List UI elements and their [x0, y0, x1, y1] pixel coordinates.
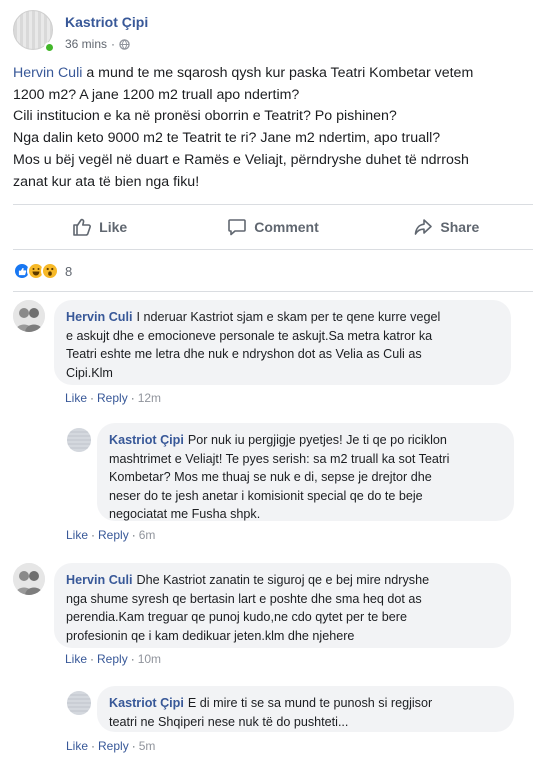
- post-mention-link[interactable]: Hervin Culi: [13, 65, 82, 81]
- post-text: Hervin Culi a mund te me sqarosh qysh ku…: [13, 63, 533, 193]
- post-action-bar: Like Comment Share: [13, 204, 533, 250]
- post-meta: 36 mins ·: [65, 37, 130, 51]
- comments-divider: [13, 291, 533, 292]
- post-line: zanat kur ata të bien nga fiku!: [13, 173, 200, 190]
- post-line: 1200 m2? A jane 1200 m2 truall apo ndert…: [13, 86, 300, 103]
- like-button[interactable]: Like: [13, 205, 186, 249]
- commenter-avatar[interactable]: [13, 300, 45, 332]
- commenter-avatar[interactable]: [13, 563, 45, 595]
- reply-like-link[interactable]: Like: [66, 739, 88, 753]
- comment-button[interactable]: Comment: [186, 205, 359, 249]
- comment-actions: Like · Reply · 10m: [65, 652, 162, 666]
- reply-reply-link[interactable]: Reply: [98, 528, 129, 542]
- comment-reply-link[interactable]: Reply: [97, 391, 128, 405]
- share-button-label: Share: [440, 219, 480, 235]
- comment: Hervin Culi I nderuar Kastriot sjam e ska…: [13, 300, 533, 410]
- comment-bubble: Hervin Culi I nderuar Kastriot sjam e ska…: [54, 300, 511, 385]
- thumbs-up-icon: [73, 218, 92, 236]
- comment-author[interactable]: Hervin Culi: [66, 573, 132, 587]
- comment-time[interactable]: 12m: [138, 391, 161, 405]
- comment: Hervin Culi Dhe Kastriot zanatin te sigur…: [13, 563, 533, 673]
- reply-reply-link[interactable]: Reply: [98, 739, 129, 753]
- reply-like-link[interactable]: Like: [66, 528, 88, 542]
- reaction-count[interactable]: 8: [65, 264, 72, 279]
- reply-author[interactable]: Kastriot Çipi: [109, 433, 184, 447]
- post-author-name[interactable]: Kastriot Çipi: [65, 14, 148, 30]
- reply-author[interactable]: Kastriot Çipi: [109, 696, 184, 710]
- comment-button-label: Comment: [254, 219, 319, 235]
- comment-reply-link[interactable]: Reply: [97, 652, 128, 666]
- reactions-summary[interactable]: 8: [13, 262, 72, 280]
- post-line: Hervin Culi a mund te me sqarosh qysh ku…: [13, 65, 474, 81]
- online-status-icon: [44, 42, 55, 53]
- reply-actions: Like · Reply · 6m: [66, 528, 156, 542]
- comment-like-link[interactable]: Like: [65, 652, 87, 666]
- reply-time[interactable]: 5m: [139, 739, 156, 753]
- reply-actions: Like · Reply · 5m: [66, 739, 156, 753]
- share-icon: [415, 219, 433, 235]
- comment-like-link[interactable]: Like: [65, 391, 87, 405]
- reply-time[interactable]: 6m: [139, 528, 156, 542]
- comment-bubble: Hervin Culi Dhe Kastriot zanatin te sigur…: [54, 563, 511, 648]
- post-line: Nga dalin keto 9000 m2 te Teatrit te ri?…: [13, 130, 441, 147]
- comment-time[interactable]: 10m: [138, 652, 161, 666]
- like-button-label: Like: [99, 219, 128, 235]
- reply-bubble: Kastriot Çipi E di mire ti se sa mund te …: [97, 686, 514, 732]
- share-button[interactable]: Share: [360, 205, 533, 249]
- post-line: Mos u bëj vegël në duart e Ramës e Velia…: [13, 151, 469, 168]
- reply: Kastriot Çipi Por nuk iu pergjigje pyetje…: [66, 423, 533, 548]
- reply-bubble: Kastriot Çipi Por nuk iu pergjigje pyetje…: [97, 423, 514, 521]
- post-line: Cili institucion e ka në pronësi oborrin…: [13, 108, 397, 125]
- meta-separator: ·: [111, 37, 116, 51]
- replier-avatar[interactable]: [67, 428, 91, 452]
- post-header: Kastriot Çipi 36 mins ·: [13, 10, 533, 56]
- post-timestamp[interactable]: 36 mins: [65, 37, 107, 51]
- replier-avatar[interactable]: [67, 691, 91, 715]
- comment-author[interactable]: Hervin Culi: [66, 310, 132, 324]
- globe-icon[interactable]: [119, 38, 130, 50]
- reply: Kastriot Çipi E di mire ti se sa mund te …: [66, 686, 533, 756]
- comment-actions: Like · Reply · 12m: [65, 391, 162, 405]
- comment-icon: [228, 219, 247, 236]
- wow-icon: [41, 262, 59, 280]
